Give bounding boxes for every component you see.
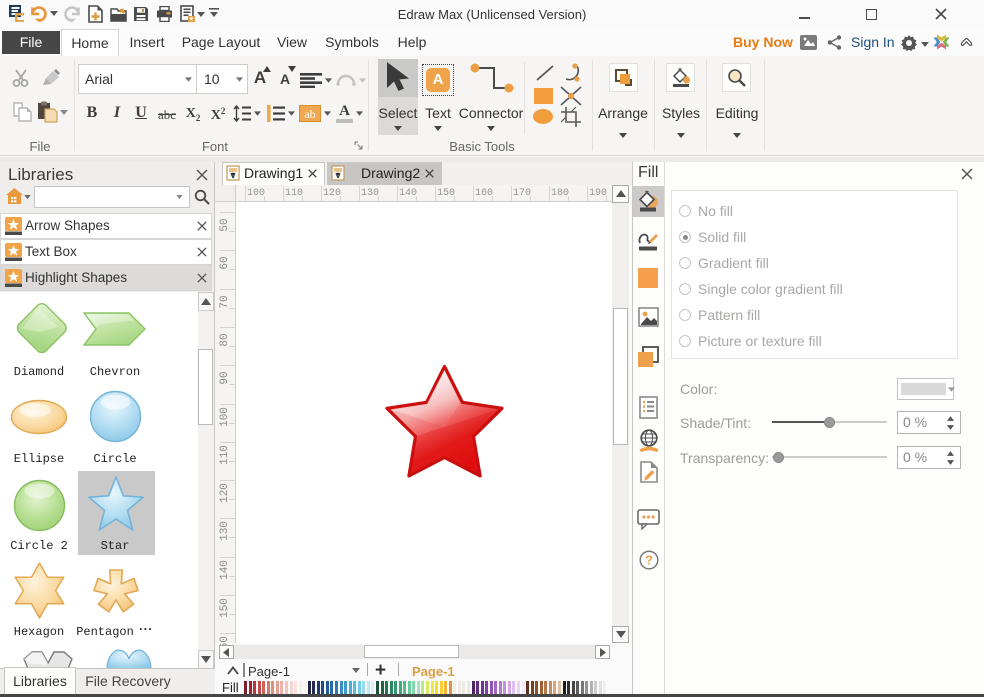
svg-text:?: ? <box>645 553 653 568</box>
